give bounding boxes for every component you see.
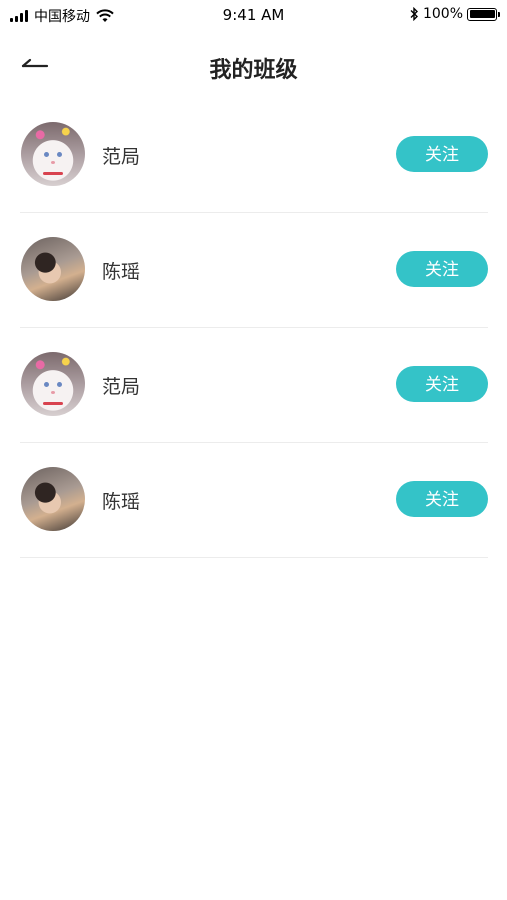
status-right: 100% (409, 6, 500, 22)
list-item: 范局 关注 (20, 328, 488, 443)
follow-button[interactable]: 关注 (396, 251, 488, 287)
avatar[interactable] (21, 122, 85, 186)
member-name: 陈瑶 (102, 491, 141, 513)
follow-button[interactable]: 关注 (396, 366, 488, 402)
avatar[interactable] (21, 237, 85, 301)
status-bar: 中国移动 9:41 AM 100% (0, 0, 507, 30)
class-member-list: 范局 关注 陈瑶 关注 范局 关注 陈瑶 关注 (20, 98, 488, 558)
bluetooth-icon (410, 7, 418, 21)
battery-icon (467, 7, 500, 21)
list-item: 范局 关注 (20, 98, 488, 213)
member-name: 范局 (102, 146, 141, 168)
battery-percent: 100% (422, 6, 463, 22)
list-item: 陈瑶 关注 (20, 213, 488, 328)
nav-bar: 我的班级 (0, 40, 507, 92)
avatar[interactable] (21, 352, 85, 416)
follow-button[interactable]: 关注 (396, 481, 488, 517)
list-item: 陈瑶 关注 (20, 443, 488, 558)
follow-button[interactable]: 关注 (396, 136, 488, 172)
avatar[interactable] (21, 467, 85, 531)
member-name: 范局 (102, 376, 141, 398)
member-name: 陈瑶 (102, 261, 141, 283)
page-title: 我的班级 (209, 58, 298, 83)
